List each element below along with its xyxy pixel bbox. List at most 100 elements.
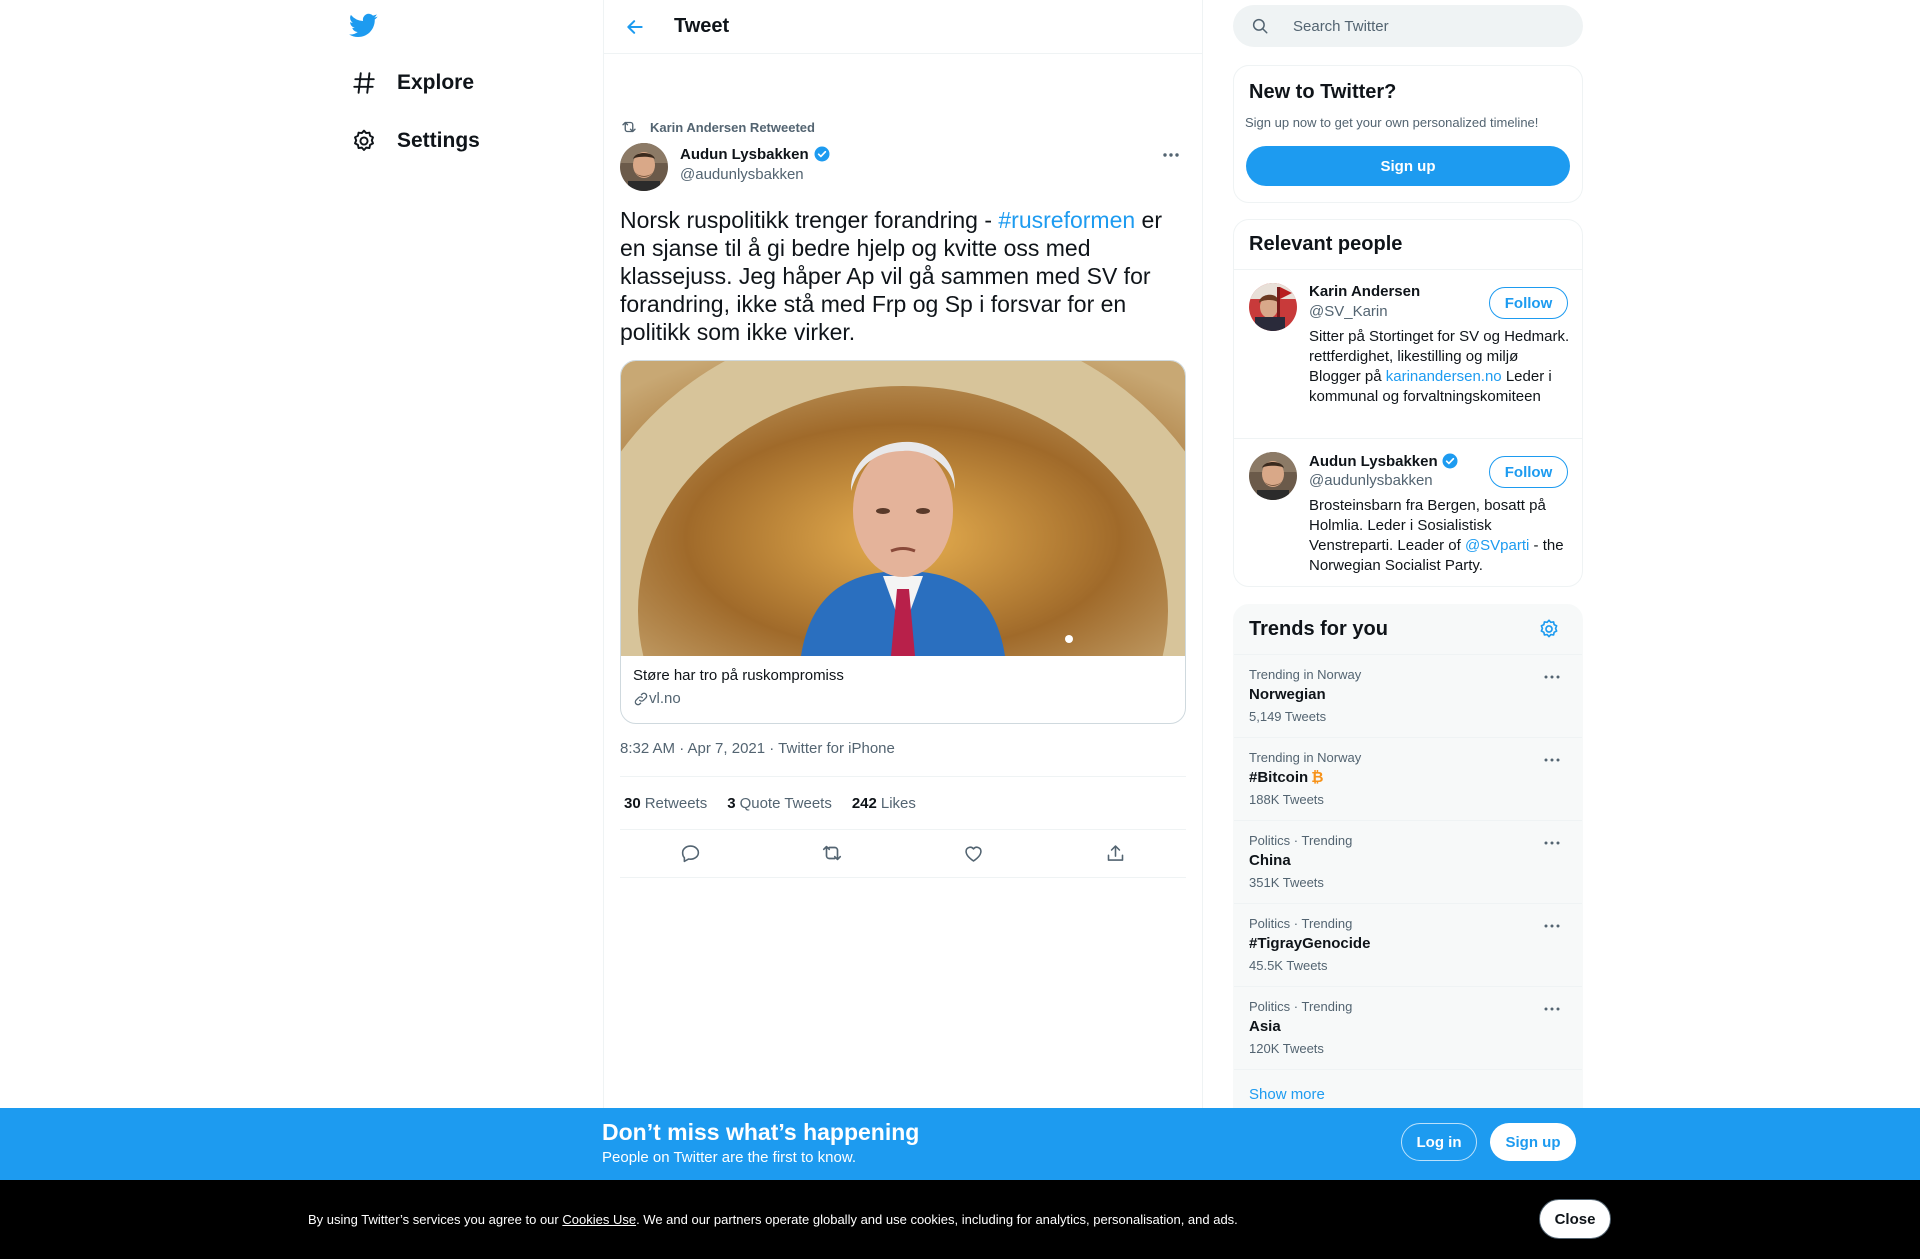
follow-button[interactable]: Follow — [1489, 456, 1568, 488]
bitcoin-icon: ₿ — [1311, 769, 1324, 786]
stat-retweets[interactable]: 30 Retweets — [624, 795, 707, 812]
stat-quote-tweets[interactable]: 3 Quote Tweets — [727, 795, 832, 812]
trend-item[interactable]: Trending in Norway Norwegian 5,149 Tweet… — [1234, 655, 1582, 738]
retweeted-by-label[interactable]: Karin Andersen Retweeted — [650, 120, 815, 135]
author-avatar[interactable] — [620, 143, 668, 191]
trend-count: 351K Tweets — [1249, 875, 1324, 890]
author-handle[interactable]: @audunlysbakken — [680, 166, 831, 183]
show-more-link[interactable]: Show more — [1249, 1086, 1325, 1103]
more-dots-icon — [1544, 841, 1560, 845]
person-card[interactable]: Audun Lysbakken @audunlysbakken Follow B… — [1234, 439, 1582, 586]
login-button[interactable]: Log in — [1401, 1123, 1477, 1161]
arrow-left-icon — [627, 19, 643, 34]
twitter-logo-icon[interactable] — [348, 10, 378, 40]
card-image — [621, 361, 1185, 656]
trend-name: Norwegian — [1249, 686, 1326, 703]
banner-subline: People on Twitter are the first to know. — [602, 1149, 857, 1166]
more-dots-icon — [1163, 153, 1179, 157]
banner-headline: Don’t miss what’s happening — [602, 1119, 920, 1145]
retweets-label: Retweets — [644, 794, 708, 812]
nav-explore[interactable]: Explore — [350, 63, 474, 103]
more-dots-icon — [1544, 675, 1560, 679]
banner-signup-button[interactable]: Sign up — [1490, 1123, 1576, 1161]
cookie-text-end: . We and our partners operate globally a… — [636, 1212, 1238, 1227]
hashtag-icon — [350, 69, 378, 97]
trend-item[interactable]: Politics · Trending China 351K Tweets — [1234, 821, 1582, 904]
trend-name: #TigrayGenocide — [1249, 935, 1371, 952]
person-name-row: Audun Lysbakken — [1309, 452, 1459, 470]
signup-banner: Don’t miss what’s happening People on Tw… — [0, 1108, 1920, 1180]
link-card[interactable]: Støre har tro på ruskompromiss vl.no — [620, 360, 1186, 724]
share-icon — [1107, 844, 1124, 861]
trend-count: 45.5K Tweets — [1249, 958, 1328, 973]
trend-count: 120K Tweets — [1249, 1041, 1324, 1056]
reply-button[interactable] — [674, 836, 708, 870]
link-icon — [634, 692, 648, 705]
person-card[interactable]: Karin Andersen @SV_Karin Follow Sitter p… — [1234, 270, 1582, 439]
trend-more-button[interactable] — [1540, 667, 1564, 687]
trend-context: Politics · Trending — [1249, 916, 1353, 931]
nav-settings-label: Settings — [397, 129, 480, 152]
likes-count: 242 — [851, 794, 877, 812]
nav-explore-label: Explore — [397, 71, 475, 94]
back-button[interactable] — [618, 10, 652, 44]
more-dots-icon — [1544, 1007, 1560, 1011]
author-name[interactable]: Audun Lysbakken — [680, 146, 809, 163]
gear-icon[interactable] — [1538, 618, 1560, 640]
cookies-use-link[interactable]: Cookies Use — [562, 1212, 636, 1227]
trend-context: Politics · Trending — [1249, 833, 1353, 848]
person-avatar[interactable] — [1249, 283, 1297, 331]
likes-label: Likes — [880, 794, 916, 812]
trend-name: #Bitcoin — [1249, 769, 1309, 786]
hashtag-link[interactable]: #rusreformen — [998, 207, 1135, 233]
trend-more-button[interactable] — [1540, 916, 1564, 936]
page-title: Tweet — [674, 15, 730, 37]
card-title: Støre har tro på ruskompromiss — [633, 667, 844, 684]
tweet-author: Audun Lysbakken @audunlysbakken — [620, 143, 831, 191]
trend-item[interactable]: Politics · Trending Asia 120K Tweets — [1234, 987, 1582, 1070]
share-button[interactable] — [1098, 836, 1132, 870]
retweet-icon — [622, 121, 636, 133]
retweet-button[interactable] — [815, 836, 849, 870]
trend-context: Politics · Trending — [1249, 999, 1353, 1014]
trend-count: 188K Tweets — [1249, 792, 1324, 807]
trends-panel: Trends for you Trending in Norway Norweg… — [1233, 604, 1583, 1126]
search-bar[interactable] — [1233, 5, 1583, 47]
cookie-close-button[interactable]: Close — [1539, 1199, 1611, 1239]
person-bio: Brosteinsbarn fra Bergen, bosatt på Holm… — [1309, 496, 1574, 576]
trend-count: 5,149 Tweets — [1249, 709, 1327, 724]
trend-item[interactable]: Politics · Trending #TigrayGenocide 45.5… — [1234, 904, 1582, 987]
person-name[interactable]: Karin Andersen — [1309, 283, 1420, 300]
bio-link[interactable]: @SVparti — [1465, 537, 1529, 554]
retweets-count: 30 — [624, 794, 641, 812]
trend-more-button[interactable] — [1540, 833, 1564, 853]
tweet-more-button[interactable] — [1156, 142, 1186, 168]
cookie-text-start: By using Twitter’s services you agree to… — [308, 1212, 563, 1227]
relevant-people-title: Relevant people — [1249, 233, 1403, 255]
person-name[interactable]: Audun Lysbakken — [1309, 453, 1438, 470]
sidebar-signup-button[interactable]: Sign up — [1246, 146, 1570, 186]
stat-likes[interactable]: 242 Likes — [852, 795, 916, 812]
retweet-context: Karin Andersen Retweeted — [620, 118, 815, 136]
trend-more-button[interactable] — [1540, 999, 1564, 1019]
top-bar: Tweet — [604, 0, 1202, 54]
cookie-bar: By using Twitter’s services you agree to… — [0, 1180, 1920, 1259]
retweet-icon — [823, 845, 842, 861]
like-button[interactable] — [957, 836, 991, 870]
search-input[interactable] — [1291, 16, 1555, 36]
relevant-people-panel: Relevant people Karin Andersen @SV_Karin… — [1233, 219, 1583, 587]
nav-settings[interactable]: Settings — [350, 121, 480, 161]
trend-more-button[interactable] — [1540, 750, 1564, 770]
verified-badge-icon — [814, 146, 830, 162]
person-avatar[interactable] — [1249, 452, 1297, 500]
follow-button[interactable]: Follow — [1489, 287, 1568, 319]
bio-link[interactable]: karinandersen.no — [1386, 368, 1502, 385]
person-handle[interactable]: @audunlysbakken — [1309, 472, 1433, 489]
trend-name: Asia — [1249, 1018, 1281, 1035]
trend-item[interactable]: Trending in Norway #Bitcoin ₿ 188K Tweets — [1234, 738, 1582, 821]
heart-icon — [965, 846, 982, 862]
tweet-timestamp[interactable]: 8:32 AM · Apr 7, 2021 · Twitter for iPho… — [620, 740, 895, 757]
new-to-twitter-title: New to Twitter? — [1249, 81, 1397, 103]
more-dots-icon — [1544, 758, 1560, 762]
person-handle[interactable]: @SV_Karin — [1309, 303, 1388, 320]
